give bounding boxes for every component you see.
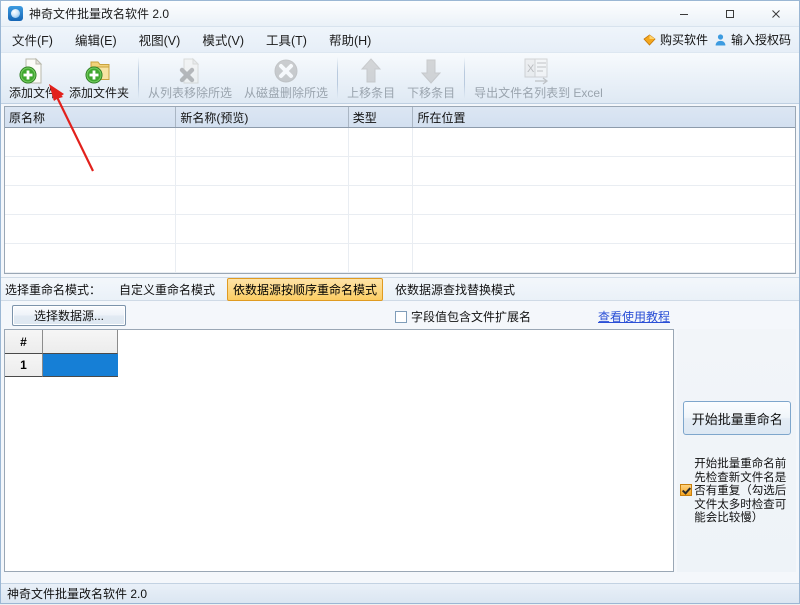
bottom-area: # 1 开始批量重命名 开始批量重命名前先检查新文件名是否有重复（勾选后文件太多… (4, 329, 796, 572)
menu-item-mode[interactable]: 模式(V) (191, 27, 255, 52)
table-row[interactable]: 1 (5, 354, 673, 377)
datasource-row: 选择数据源... 字段值包含文件扩展名 查看使用教程 (1, 301, 799, 329)
file-list-empty-row (5, 186, 795, 215)
include-extension-checkbox[interactable]: 字段值包含文件扩展名 (395, 308, 531, 325)
menu-label-mode: 模式(V) (202, 34, 244, 48)
move-down-label: 下移条目 (407, 86, 456, 100)
export-excel-icon: X (521, 56, 555, 86)
remove-from-list-label: 从列表移除所选 (148, 86, 233, 100)
arrow-down-icon (417, 56, 445, 86)
maximize-icon[interactable] (707, 1, 753, 26)
window-title: 神奇文件批量改名软件 2.0 (29, 7, 170, 21)
remove-from-list-button[interactable]: 从列表移除所选 (142, 53, 238, 103)
menu-item-view[interactable]: 视图(V) (128, 27, 192, 52)
menu-item-help[interactable]: 帮助(H) (318, 27, 382, 52)
export-excel-label: 导出文件名列表到 Excel (474, 86, 603, 100)
delete-disk-icon (271, 56, 301, 86)
move-up-button[interactable]: 上移条目 (341, 53, 401, 103)
add-folder-button[interactable]: 添加文件夹 (63, 53, 135, 103)
grid-cell-selected[interactable] (43, 354, 118, 377)
menu-item-edit[interactable]: 编辑(E) (64, 27, 128, 52)
toolbar-separator-2 (337, 57, 339, 99)
window-controls (661, 1, 799, 26)
file-list[interactable]: 原名称 新名称(预览) 类型 所在位置 (4, 106, 796, 274)
datasource-grid[interactable]: # 1 (4, 329, 675, 572)
rename-mode-bar: 选择重命名模式： 自定义重命名模式 依数据源按顺序重命名模式 依数据源查找替换模… (1, 277, 799, 301)
start-batch-rename-button[interactable]: 开始批量重命名 (683, 401, 792, 435)
mode-tab-custom[interactable]: 自定义重命名模式 (113, 278, 221, 301)
title-bar: 神奇文件批量改名软件 2.0 (1, 1, 799, 27)
column-header-location[interactable]: 所在位置 (413, 107, 795, 127)
move-up-label: 上移条目 (347, 86, 396, 100)
add-folder-icon (84, 56, 114, 86)
add-file-icon (18, 56, 48, 86)
file-list-empty-row (5, 157, 795, 186)
column-header-type[interactable]: 类型 (349, 107, 414, 127)
status-bar-text: 神奇文件批量改名软件 2.0 (7, 587, 148, 601)
menu-label-file: 文件(F) (12, 34, 53, 48)
status-bar: 神奇文件批量改名软件 2.0 (1, 583, 799, 603)
delete-from-disk-button[interactable]: 从磁盘删除所选 (238, 53, 334, 103)
toolbar-separator-3 (464, 57, 466, 99)
buy-software-button[interactable]: 购买软件 (643, 31, 708, 48)
export-excel-button[interactable]: X 导出文件名列表到 Excel (468, 53, 609, 103)
datasource-grid-header: # (5, 330, 673, 354)
check-duplicate-label: 开始批量重命名前先检查新文件名是否有重复（勾选后文件太多时检查可能会比较慢） (694, 458, 787, 524)
remove-file-icon (175, 56, 205, 86)
select-datasource-button[interactable]: 选择数据源... (12, 305, 126, 326)
grid-header-column-1[interactable] (43, 330, 118, 354)
menu-bar: 文件(F) 编辑(E) 视图(V) 模式(V) 工具(T) 帮助(H) 购买软件… (1, 27, 799, 53)
menu-bar-right: 购买软件 输入授权码 (643, 27, 791, 52)
include-extension-checkbox-box[interactable] (395, 310, 407, 323)
file-list-empty-row (5, 244, 795, 273)
svg-text:X: X (527, 63, 535, 75)
menu-label-tools: 工具(T) (265, 34, 307, 48)
add-folder-label: 添加文件夹 (69, 86, 130, 100)
file-list-header: 原名称 新名称(预览) 类型 所在位置 (5, 107, 795, 128)
view-tutorial-link[interactable]: 查看使用教程 (598, 308, 670, 325)
file-list-body[interactable] (5, 128, 795, 273)
grid-header-index[interactable]: # (5, 330, 43, 354)
menu-label-help: 帮助(H) (328, 34, 372, 48)
arrow-up-icon (357, 56, 385, 86)
right-panel: 开始批量重命名 开始批量重命名前先检查新文件名是否有重复（勾选后文件太多时检查可… (677, 329, 796, 572)
include-extension-label: 字段值包含文件扩展名 (411, 310, 532, 324)
file-list-empty-row (5, 215, 795, 244)
menu-item-file[interactable]: 文件(F) (1, 27, 64, 52)
column-header-original-name[interactable]: 原名称 (5, 107, 177, 127)
toolbar: 添加文件 添加文件夹 从列表移除所选 从磁盘删除所选 上移条目 下移条目 X 导… (1, 53, 799, 104)
close-icon[interactable] (753, 1, 799, 26)
menu-item-tools[interactable]: 工具(T) (255, 27, 318, 52)
application-window: 神奇文件批量改名软件 2.0 文件(F) 编辑(E) 视图(V) 模式(V) 工… (0, 0, 800, 604)
add-file-button[interactable]: 添加文件 (3, 53, 63, 103)
add-file-label: 添加文件 (9, 86, 58, 100)
mode-tab-datasource-sequential[interactable]: 依数据源按顺序重命名模式 (227, 277, 384, 301)
file-list-empty-row (5, 128, 795, 157)
enter-license-button[interactable]: 输入授权码 (714, 31, 791, 48)
app-logo-inner (11, 9, 20, 18)
diamond-icon (643, 34, 656, 46)
delete-from-disk-label: 从磁盘删除所选 (244, 86, 329, 100)
column-header-new-name[interactable]: 新名称(预览) (176, 107, 349, 127)
grid-row-index[interactable]: 1 (5, 354, 43, 377)
menu-label-view: 视图(V) (138, 34, 181, 48)
buy-software-label: 购买软件 (659, 33, 708, 47)
app-logo-icon (8, 6, 23, 21)
move-down-button[interactable]: 下移条目 (401, 53, 461, 103)
check-duplicate-checkbox[interactable]: 开始批量重命名前先检查新文件名是否有重复（勾选后文件太多时检查可能会比较慢） (680, 458, 796, 526)
mode-tab-datasource-findreplace[interactable]: 依数据源查找替换模式 (389, 278, 521, 301)
menu-label-edit: 编辑(E) (74, 34, 117, 48)
enter-license-label: 输入授权码 (730, 33, 791, 47)
toolbar-separator-1 (138, 57, 140, 99)
check-duplicate-checkbox-box[interactable] (680, 484, 693, 496)
rename-mode-label: 选择重命名模式： (5, 282, 102, 297)
minimize-icon[interactable] (661, 1, 707, 26)
user-icon (715, 34, 726, 46)
